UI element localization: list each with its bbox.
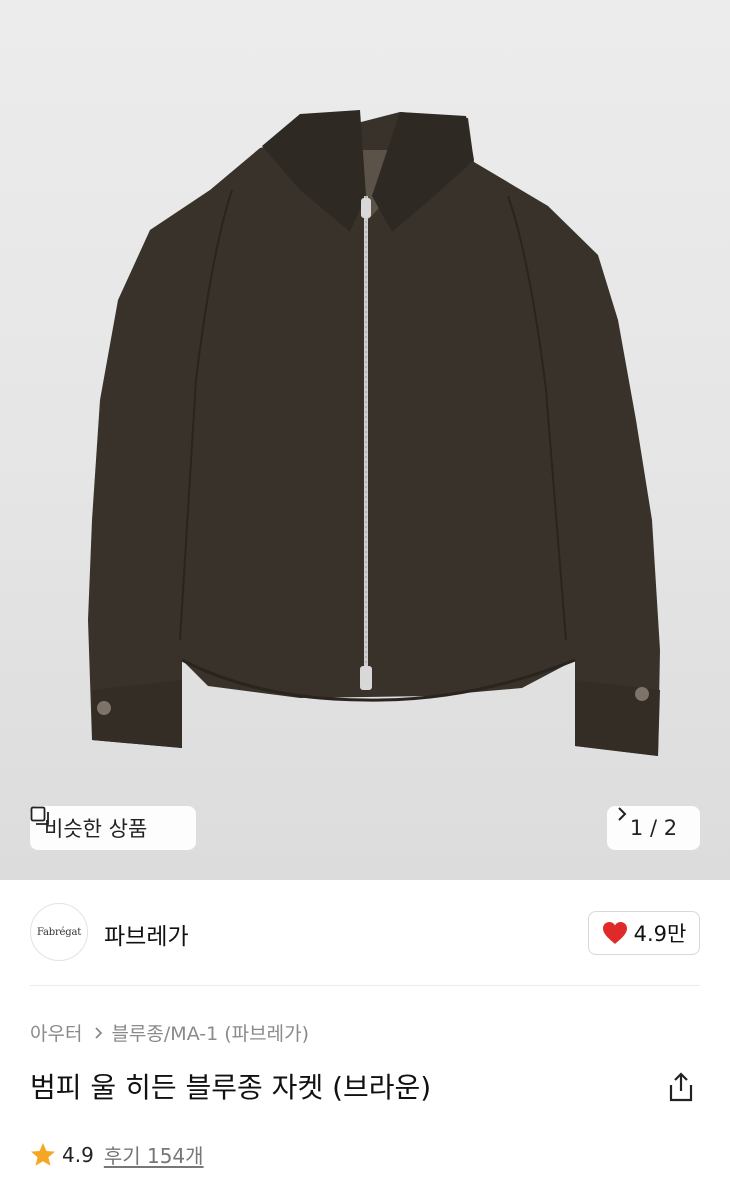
brand-logo-text: Fabrégat [36,926,82,938]
brand-name-link[interactable]: 파브레가 [104,917,189,951]
rating-row: 4.9 후기 154개 [30,1140,204,1169]
product-photo-jacket [88,110,660,756]
reviews-link[interactable]: 후기 154개 [104,1140,204,1169]
share-icon[interactable] [667,1072,695,1102]
page-indicator: 1 / 2 [629,816,678,840]
brand-row: Fabrégat 파브레가 4.9만 [30,903,700,963]
product-image-gallery[interactable]: 비슷한 상품 1 / 2 [0,0,730,880]
chevron-right-icon [618,807,627,821]
rating-score: 4.9 [62,1142,94,1167]
brand-logo[interactable]: Fabrégat [30,903,88,961]
like-button[interactable]: 4.9만 [588,911,700,955]
similar-products-label: 비슷한 상품 [44,817,148,841]
star-icon [31,1143,55,1166]
like-count: 4.9만 [633,922,687,946]
chevron-right-icon [94,1026,103,1040]
similar-products-button[interactable]: 비슷한 상품 [30,806,196,850]
similar-products-icon [30,806,49,825]
divider [30,985,700,986]
breadcrumb-level2[interactable]: 블루종/MA-1 (파브레가) [111,1019,309,1046]
gallery-pager[interactable]: 1 / 2 [607,806,700,850]
breadcrumb-level1[interactable]: 아우터 [30,1019,82,1046]
heart-icon [602,922,627,944]
product-title: 범피 울 히든 블루종 자켓 (브라운) [30,1071,432,1104]
breadcrumb: 아우터 블루종/MA-1 (파브레가) [30,1019,309,1046]
